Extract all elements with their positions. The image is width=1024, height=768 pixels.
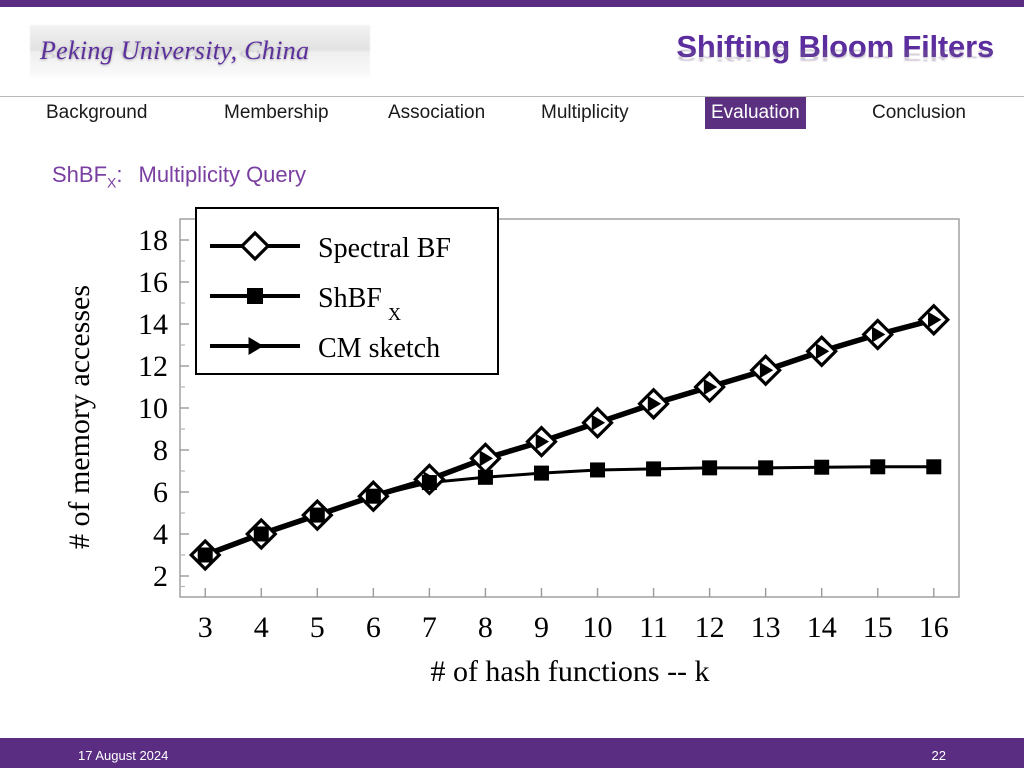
marker-square — [870, 459, 886, 475]
marker-square — [590, 462, 606, 478]
chart-x-tick-label: 6 — [366, 611, 381, 644]
chart-x-tick-label: 14 — [807, 611, 837, 644]
chart-x-tick-label: 4 — [254, 611, 269, 644]
nav-item-multiplicity[interactable]: Multiplicity — [535, 97, 635, 129]
chart-x-tick-label: 15 — [863, 611, 893, 644]
marker-square — [477, 469, 493, 485]
marker-square — [253, 526, 269, 542]
deck-title: Shifting Bloom Filters — [676, 29, 994, 64]
marker-square — [758, 460, 774, 476]
chart-y-tick-label: 12 — [138, 350, 168, 383]
slide-header: Peking University, China Peking Universi… — [0, 7, 1024, 97]
chart-y-tick-label: 14 — [138, 308, 168, 341]
marker-square — [926, 459, 942, 475]
marker-square — [814, 459, 830, 475]
university-logo-text: Peking University, China — [40, 36, 310, 65]
footer-page-number: 22 — [931, 748, 946, 763]
marker-square — [533, 465, 549, 481]
chart-x-tick-label: 5 — [310, 611, 325, 644]
subtitle-subscript: X — [107, 174, 117, 191]
chart-x-tick-label: 12 — [695, 611, 725, 644]
chart-y-tick-label: 10 — [138, 392, 168, 425]
chart-plot: 2 4 6 8 10 12 14 16 18 3 4 5 6 7 8 9 10 11 12 13 14 15 16 Spect… — [138, 207, 960, 644]
nav-item-membership[interactable]: Membership — [218, 97, 335, 129]
chart-x-tick-label: 10 — [583, 611, 613, 644]
chart-y-tick-label: 4 — [153, 518, 168, 551]
chart-y-tick-label: 6 — [153, 476, 168, 509]
chart-x-tick-label: 16 — [919, 611, 949, 644]
chart-x-tick-label: 9 — [534, 611, 549, 644]
chart-container: # of memory accesses # of hash functions… — [0, 200, 1024, 720]
section-nav: Background Membership Association Multip… — [0, 97, 1024, 137]
marker-square — [702, 460, 718, 476]
marker-square — [421, 475, 437, 491]
marker-square — [365, 488, 381, 504]
marker-square — [309, 507, 325, 523]
legend-label-subscript: X — [388, 304, 401, 324]
nav-item-background[interactable]: Background — [40, 97, 153, 129]
chart-x-tick-label: 7 — [422, 611, 437, 644]
marker-square — [197, 547, 213, 563]
chart-x-tick-label: 11 — [639, 611, 668, 644]
chart-y-tick-label: 8 — [153, 434, 168, 467]
subtitle-colon: : — [116, 162, 123, 187]
subtitle-tail: Multiplicity Query — [138, 162, 306, 187]
slide: Peking University, China Peking Universi… — [0, 0, 1024, 768]
nav-item-evaluation[interactable]: Evaluation — [705, 97, 806, 129]
chart-x-tick-label: 3 — [198, 611, 213, 644]
legend-label: CM sketch — [318, 333, 440, 364]
footer-date: 17 August 2024 — [78, 748, 169, 763]
top-accent-rule — [0, 0, 1024, 7]
legend-label: ShBF — [318, 283, 382, 314]
nav-item-association[interactable]: Association — [382, 97, 491, 129]
nav-item-conclusion[interactable]: Conclusion — [866, 97, 972, 129]
chart-x-tick-label: 8 — [478, 611, 493, 644]
chart-x-tick-label: 13 — [751, 611, 781, 644]
slide-subtitle: ShBFX: Multiplicity Query — [52, 162, 306, 190]
chart-y-tick-label: 16 — [138, 266, 168, 299]
chart-y-tick-label: 2 — [153, 560, 168, 593]
subtitle-main: ShBF — [52, 162, 108, 187]
chart-y-tick-label: 18 — [138, 224, 168, 257]
legend-label: Spectral BF — [318, 233, 451, 264]
marker-square — [646, 461, 662, 477]
marker-square — [247, 288, 263, 304]
